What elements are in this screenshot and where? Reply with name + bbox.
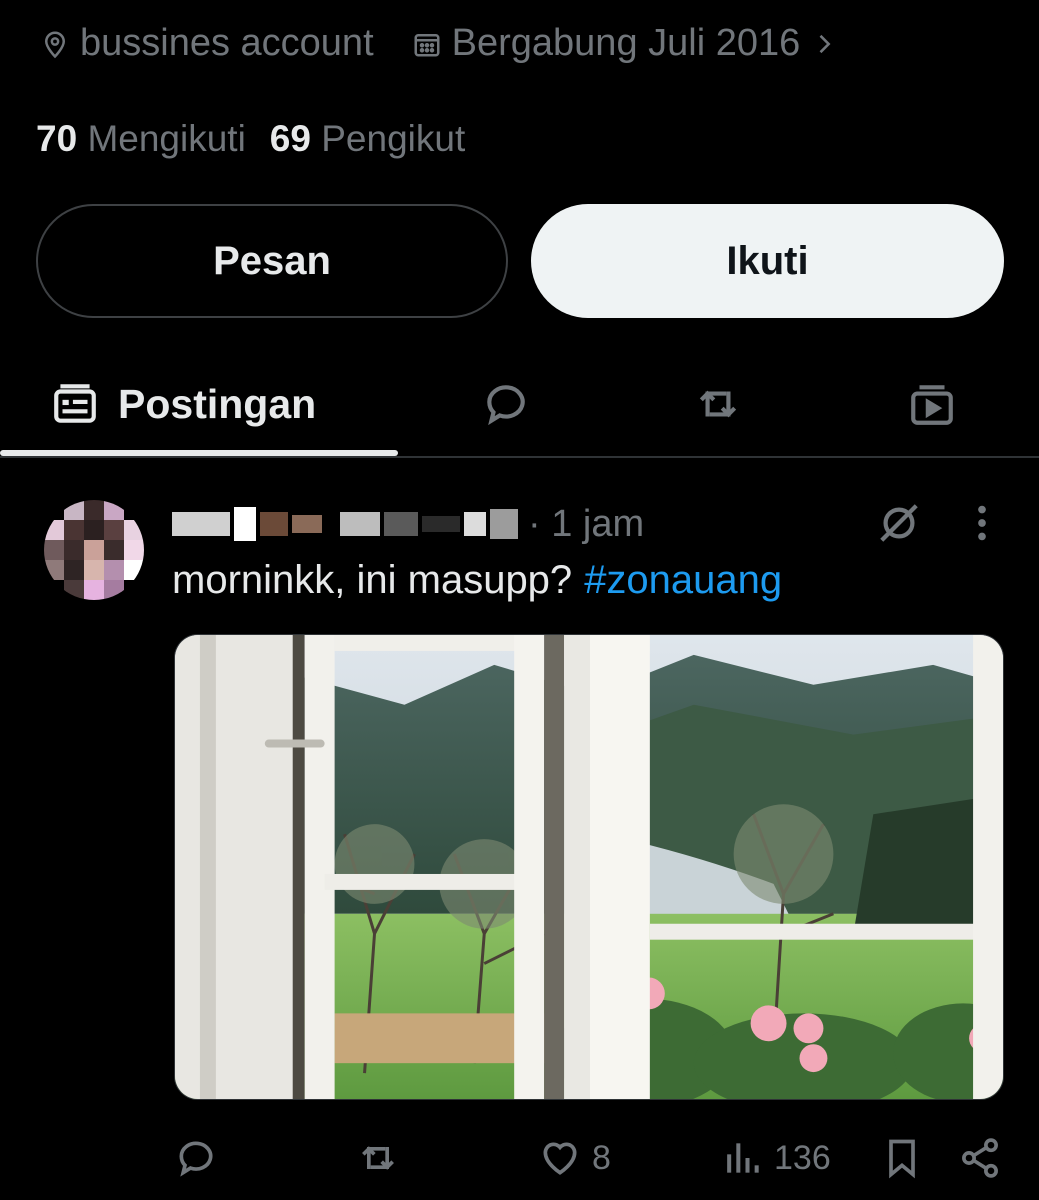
media-icon bbox=[907, 379, 957, 429]
views-chart-icon bbox=[720, 1136, 764, 1180]
message-button[interactable]: Pesan bbox=[36, 204, 508, 318]
following-count: 70 bbox=[36, 118, 77, 159]
share-button[interactable] bbox=[958, 1130, 1002, 1186]
post-header: · 1 jam bbox=[172, 500, 644, 548]
tab-posts-label: Postingan bbox=[118, 381, 316, 428]
heart-icon bbox=[538, 1136, 582, 1180]
grok-icon[interactable] bbox=[876, 500, 922, 546]
post-image[interactable] bbox=[174, 634, 1004, 1100]
followers-link[interactable]: 69 Pengikut bbox=[270, 118, 465, 160]
repost-button[interactable] bbox=[356, 1130, 400, 1186]
post-card[interactable]: · 1 jam morninkk, ini masupp? #zonauang bbox=[0, 470, 1039, 1200]
bookmark-button[interactable] bbox=[880, 1130, 924, 1186]
tab-replies[interactable] bbox=[478, 352, 534, 456]
repost-icon bbox=[356, 1136, 400, 1180]
views-count: 136 bbox=[774, 1139, 831, 1178]
like-button[interactable]: 8 bbox=[538, 1130, 611, 1186]
active-tab-indicator bbox=[0, 450, 398, 456]
tab-media[interactable] bbox=[904, 352, 960, 456]
more-options-icon[interactable] bbox=[962, 500, 1002, 546]
joined-text: Bergabung Juli 2016 bbox=[452, 22, 801, 65]
posts-icon bbox=[50, 379, 100, 429]
joined-item[interactable]: Bergabung Juli 2016 bbox=[412, 22, 839, 65]
chevron-right-icon bbox=[810, 30, 838, 58]
hashtag-link[interactable]: #zonauang bbox=[584, 558, 782, 602]
profile-tabs: Postingan bbox=[0, 352, 1039, 458]
tab-posts[interactable]: Postingan bbox=[50, 352, 316, 456]
following-link[interactable]: 70 Mengikuti bbox=[36, 118, 246, 160]
author-name-pixelated[interactable] bbox=[172, 504, 518, 544]
followers-count: 69 bbox=[270, 118, 311, 159]
location-pin-icon bbox=[40, 29, 70, 59]
avatar[interactable] bbox=[44, 500, 144, 600]
followers-label: Pengikut bbox=[321, 118, 465, 159]
reply-button[interactable] bbox=[174, 1130, 218, 1186]
bookmark-icon bbox=[880, 1136, 924, 1180]
like-count: 8 bbox=[592, 1139, 611, 1178]
follow-counts: 70 Mengikuti 69 Pengikut bbox=[36, 118, 465, 160]
views-button[interactable]: 136 bbox=[720, 1130, 831, 1186]
location-text: bussines account bbox=[80, 22, 374, 65]
window-mountain-view-image bbox=[175, 635, 1003, 1099]
replies-icon bbox=[481, 379, 531, 429]
location-item: bussines account bbox=[40, 22, 374, 65]
profile-meta-row: bussines account Bergabung Juli 2016 bbox=[40, 22, 838, 65]
reply-icon bbox=[174, 1136, 218, 1180]
post-body: morninkk, ini masupp? bbox=[172, 558, 572, 602]
following-label: Mengikuti bbox=[87, 118, 245, 159]
calendar-icon bbox=[412, 29, 442, 59]
reposts-icon bbox=[693, 379, 743, 429]
share-icon bbox=[958, 1136, 1002, 1180]
post-text: morninkk, ini masupp? #zonauang bbox=[172, 558, 782, 603]
post-time[interactable]: · 1 jam bbox=[528, 503, 644, 546]
tab-reposts[interactable] bbox=[690, 352, 746, 456]
follow-button[interactable]: Ikuti bbox=[531, 204, 1004, 318]
post-actions: 8 136 bbox=[0, 1130, 1039, 1186]
